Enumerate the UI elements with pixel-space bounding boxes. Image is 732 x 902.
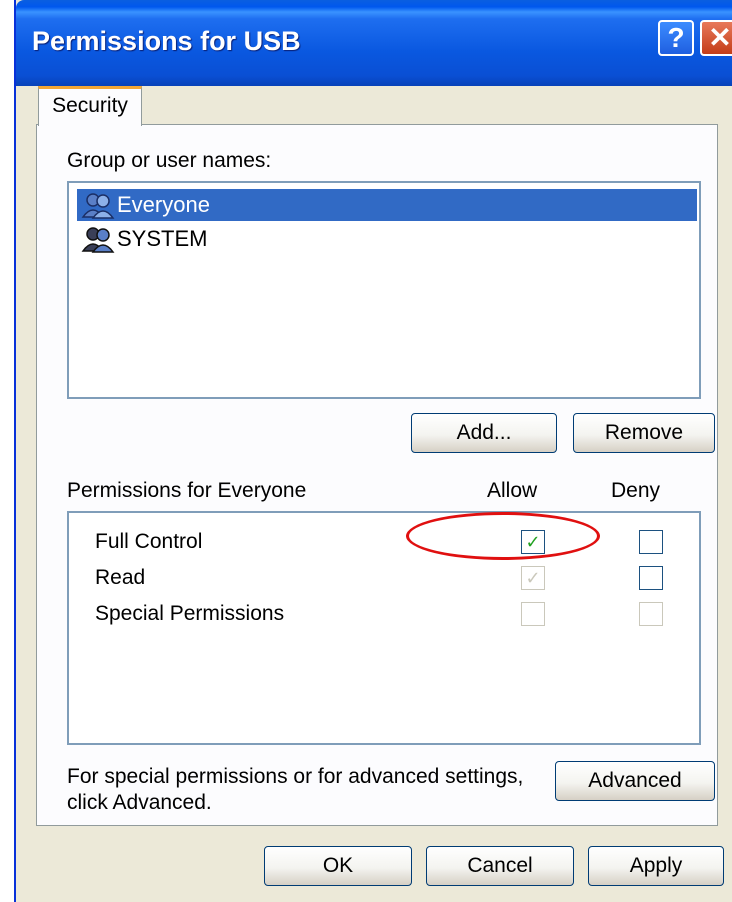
user-item-label: Everyone <box>117 192 210 217</box>
permissions-list: Full Control ✓ Read ✓ Special Permission… <box>67 511 701 745</box>
deny-header: Deny <box>611 479 661 502</box>
perm-name: Read <box>95 566 146 589</box>
deny-full-control-checkbox[interactable] <box>639 530 663 554</box>
cancel-button[interactable]: Cancel <box>426 846 574 886</box>
title-bar[interactable]: Permissions for USB ? ✕ <box>16 0 732 86</box>
perm-row-read: Read ✓ <box>89 563 669 593</box>
apply-button[interactable]: Apply <box>588 846 724 886</box>
ok-button[interactable]: OK <box>264 846 412 886</box>
deny-special-checkbox <box>639 602 663 626</box>
user-list[interactable]: Everyone SYSTEM <box>67 181 701 399</box>
users-group-icon <box>81 193 115 219</box>
add-button[interactable]: Add... <box>411 413 557 453</box>
window-title: Permissions for USB <box>32 26 301 56</box>
user-item-label: SYSTEM <box>117 226 208 251</box>
perm-name: Full Control <box>95 530 203 553</box>
permissions-for-label: Permissions for Everyone <box>67 479 307 502</box>
group-names-label: Group or user names: <box>67 149 272 172</box>
allow-read-checkbox: ✓ <box>521 566 545 590</box>
remove-button[interactable]: Remove <box>573 413 715 453</box>
advanced-hint-line1: For special permissions or for advanced … <box>67 765 524 788</box>
user-item-everyone[interactable]: Everyone <box>77 189 697 221</box>
allow-special-checkbox <box>521 602 545 626</box>
annotation-ellipse <box>406 512 600 560</box>
advanced-hint-line2: click Advanced. <box>67 791 212 814</box>
tab-security[interactable]: Security <box>38 86 142 126</box>
security-panel: Group or user names: Everyone SYSTEM Add… <box>36 124 718 826</box>
advanced-button[interactable]: Advanced <box>555 761 715 801</box>
allow-header: Allow <box>487 479 538 502</box>
help-button[interactable]: ? <box>658 20 694 56</box>
permissions-dialog: Permissions for USB ? ✕ Security Group o… <box>14 0 732 902</box>
users-group-icon <box>81 227 115 253</box>
user-item-system[interactable]: SYSTEM <box>77 223 697 255</box>
close-button[interactable]: ✕ <box>700 20 732 56</box>
perm-row-special: Special Permissions <box>89 599 669 629</box>
deny-read-checkbox[interactable] <box>639 566 663 590</box>
perm-name: Special Permissions <box>95 602 285 625</box>
